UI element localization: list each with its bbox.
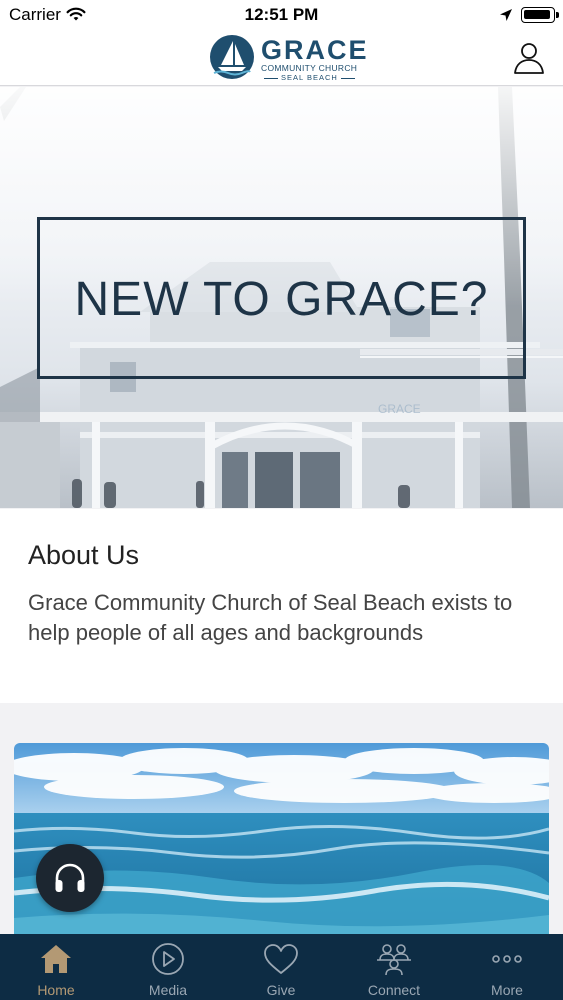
- app-header: GRACE COMMUNITY CHURCH SEAL BEACH: [0, 30, 563, 86]
- audio-player-button[interactable]: [36, 844, 104, 912]
- tab-label: Give: [266, 982, 296, 998]
- about-us-title: About Us: [28, 540, 140, 570]
- tab-label: Connect: [367, 982, 421, 998]
- hero-title-frame: NEW TO GRACE?: [37, 217, 526, 379]
- tab-give[interactable]: Give: [225, 934, 337, 1000]
- about-us-card[interactable]: About Us Grace Community Church of Seal …: [0, 509, 563, 703]
- tab-bar: Home Media Give Connect More: [0, 934, 563, 1000]
- logo-name: GRACE: [261, 35, 369, 65]
- tab-media[interactable]: Media: [112, 934, 224, 1000]
- tab-more[interactable]: More: [451, 934, 563, 1000]
- ocean-media-card[interactable]: [14, 743, 549, 943]
- home-icon: [41, 945, 71, 973]
- hero-title: NEW TO GRACE?: [74, 273, 489, 326]
- tab-label: Media: [148, 982, 188, 998]
- more-icon: [492, 955, 522, 963]
- about-us-description: Grace Community Church of Seal Beach exi…: [28, 590, 513, 645]
- person-icon: [514, 43, 544, 74]
- logo-location: SEAL BEACH: [261, 73, 354, 82]
- people-icon: [377, 944, 411, 976]
- location-icon: [499, 7, 513, 27]
- tab-label: More: [491, 982, 523, 998]
- heart-icon: [264, 944, 298, 974]
- status-time: 12:51 PM: [244, 5, 319, 24]
- battery-icon: [521, 7, 559, 23]
- sailboat-logo-icon: [210, 35, 254, 79]
- ocean-image: [14, 743, 549, 943]
- app-screen: Carrier 12:51 PM GRACE COMMUNITY CHURCH …: [0, 0, 563, 1000]
- new-to-grace-banner[interactable]: GRACE NEW TO GRACE?: [0, 87, 563, 508]
- profile-button[interactable]: [511, 40, 547, 76]
- status-bar: Carrier 12:51 PM: [0, 0, 563, 30]
- play-circle-icon: [152, 943, 184, 975]
- logo-subtitle: COMMUNITY CHURCH: [261, 63, 358, 73]
- svg-text:GRACE: GRACE: [378, 402, 421, 416]
- church-logo: GRACE COMMUNITY CHURCH SEAL BEACH: [209, 34, 367, 82]
- headphones-icon: [55, 863, 85, 892]
- tab-connect[interactable]: Connect: [338, 934, 450, 1000]
- tab-label: Home: [37, 982, 75, 998]
- tab-home[interactable]: Home: [0, 934, 112, 1000]
